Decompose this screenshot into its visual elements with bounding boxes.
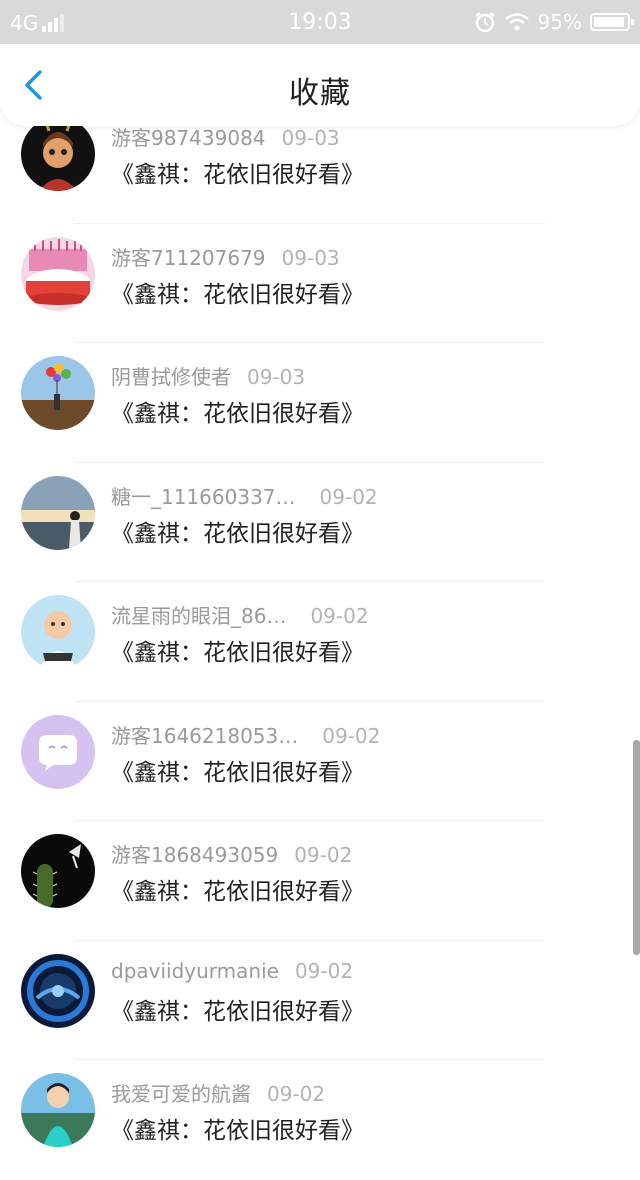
date: 09-03	[281, 126, 340, 150]
avatar[interactable]	[21, 475, 95, 550]
date: 09-03	[281, 245, 340, 270]
list-item[interactable]: 糖一_111660337… 09-02 《鑫祺：花依旧很好看》	[0, 463, 640, 582]
favorite-title[interactable]: 《鑫祺：花依旧很好看》	[111, 753, 364, 787]
date: 09-02	[310, 604, 369, 628]
list-item[interactable]: 我爱可爱的航酱 09-02 《鑫祺：花依旧很好看》	[0, 1060, 640, 1180]
favorite-title[interactable]: 《鑫祺：花依旧很好看》	[111, 275, 364, 309]
date: 09-02	[294, 958, 354, 983]
username: 阴曹拭修使者	[111, 365, 231, 389]
list-item[interactable]: 游客711207679 09-03 《鑫祺：花依旧很好看》	[0, 224, 640, 343]
username: 游客711207679	[111, 245, 266, 270]
avatar[interactable]	[21, 117, 95, 191]
username: 流星雨的眼泪_86…	[111, 604, 287, 628]
date: 09-02	[319, 484, 378, 509]
battery-icon	[590, 13, 634, 31]
username: 我爱可爱的航酱	[111, 1082, 251, 1106]
date: 09-02	[322, 723, 381, 748]
favorite-title[interactable]: 《鑫祺：花依旧很好看》	[111, 514, 364, 548]
wifi-icon	[504, 13, 529, 31]
username: 糖一_111660337…	[111, 484, 296, 509]
favorite-title[interactable]: 《鑫祺：花依旧很好看》	[111, 872, 364, 906]
username: dpaviidyurmanie	[111, 958, 279, 983]
date: 09-03	[247, 365, 306, 389]
list-item[interactable]: 游客1868493059 09-02 《鑫祺：花依旧很好看》	[0, 821, 640, 941]
username: 游客1646218053…	[111, 723, 299, 748]
username: 游客987439084	[111, 126, 266, 150]
list-item[interactable]: 流星雨的眼泪_86… 09-02 《鑫祺：花依旧很好看》	[0, 582, 640, 702]
favorite-title[interactable]: 《鑫祺：花依旧很好看》	[111, 1111, 364, 1145]
avatar[interactable]	[21, 356, 95, 430]
avatar[interactable]	[21, 834, 95, 908]
favorite-title[interactable]: 《鑫祺：花依旧很好看》	[111, 394, 364, 428]
favorite-title[interactable]: 《鑫祺：花依旧很好看》	[111, 155, 364, 189]
list-item[interactable]: 阴曹拭修使者 09-03 《鑫祺：花依旧很好看》	[0, 343, 640, 463]
date: 09-02	[267, 1082, 326, 1106]
favorite-title[interactable]: 《鑫祺：花依旧很好看》	[111, 633, 364, 667]
username: 游客1868493059	[111, 843, 279, 867]
date: 09-02	[294, 843, 353, 867]
avatar[interactable]	[21, 595, 95, 669]
avatar[interactable]	[21, 714, 95, 789]
list-item[interactable]: dpaviidyurmanie 09-02 《鑫祺：花依旧很好看》	[0, 941, 640, 1060]
scrollbar[interactable]	[633, 740, 640, 955]
alarm-icon	[474, 12, 495, 33]
favorite-title[interactable]: 《鑫祺：花依旧很好看》	[111, 992, 364, 1026]
avatar[interactable]	[21, 1073, 95, 1147]
avatar[interactable]	[21, 236, 95, 311]
page-title: 收藏	[289, 76, 351, 111]
navigation-bar: 收藏	[0, 44, 640, 126]
favorites-list: 游客987439084 09-03 《鑫祺：花依旧很好看》 游客711207679…	[0, 104, 640, 1180]
battery-percent: 95%	[537, 10, 582, 34]
status-bar: 4G 19:03 95%	[0, 0, 640, 44]
list-item[interactable]: 游客1646218053… 09-02 《鑫祺：花依旧很好看》	[0, 702, 640, 821]
avatar[interactable]	[21, 953, 95, 1028]
